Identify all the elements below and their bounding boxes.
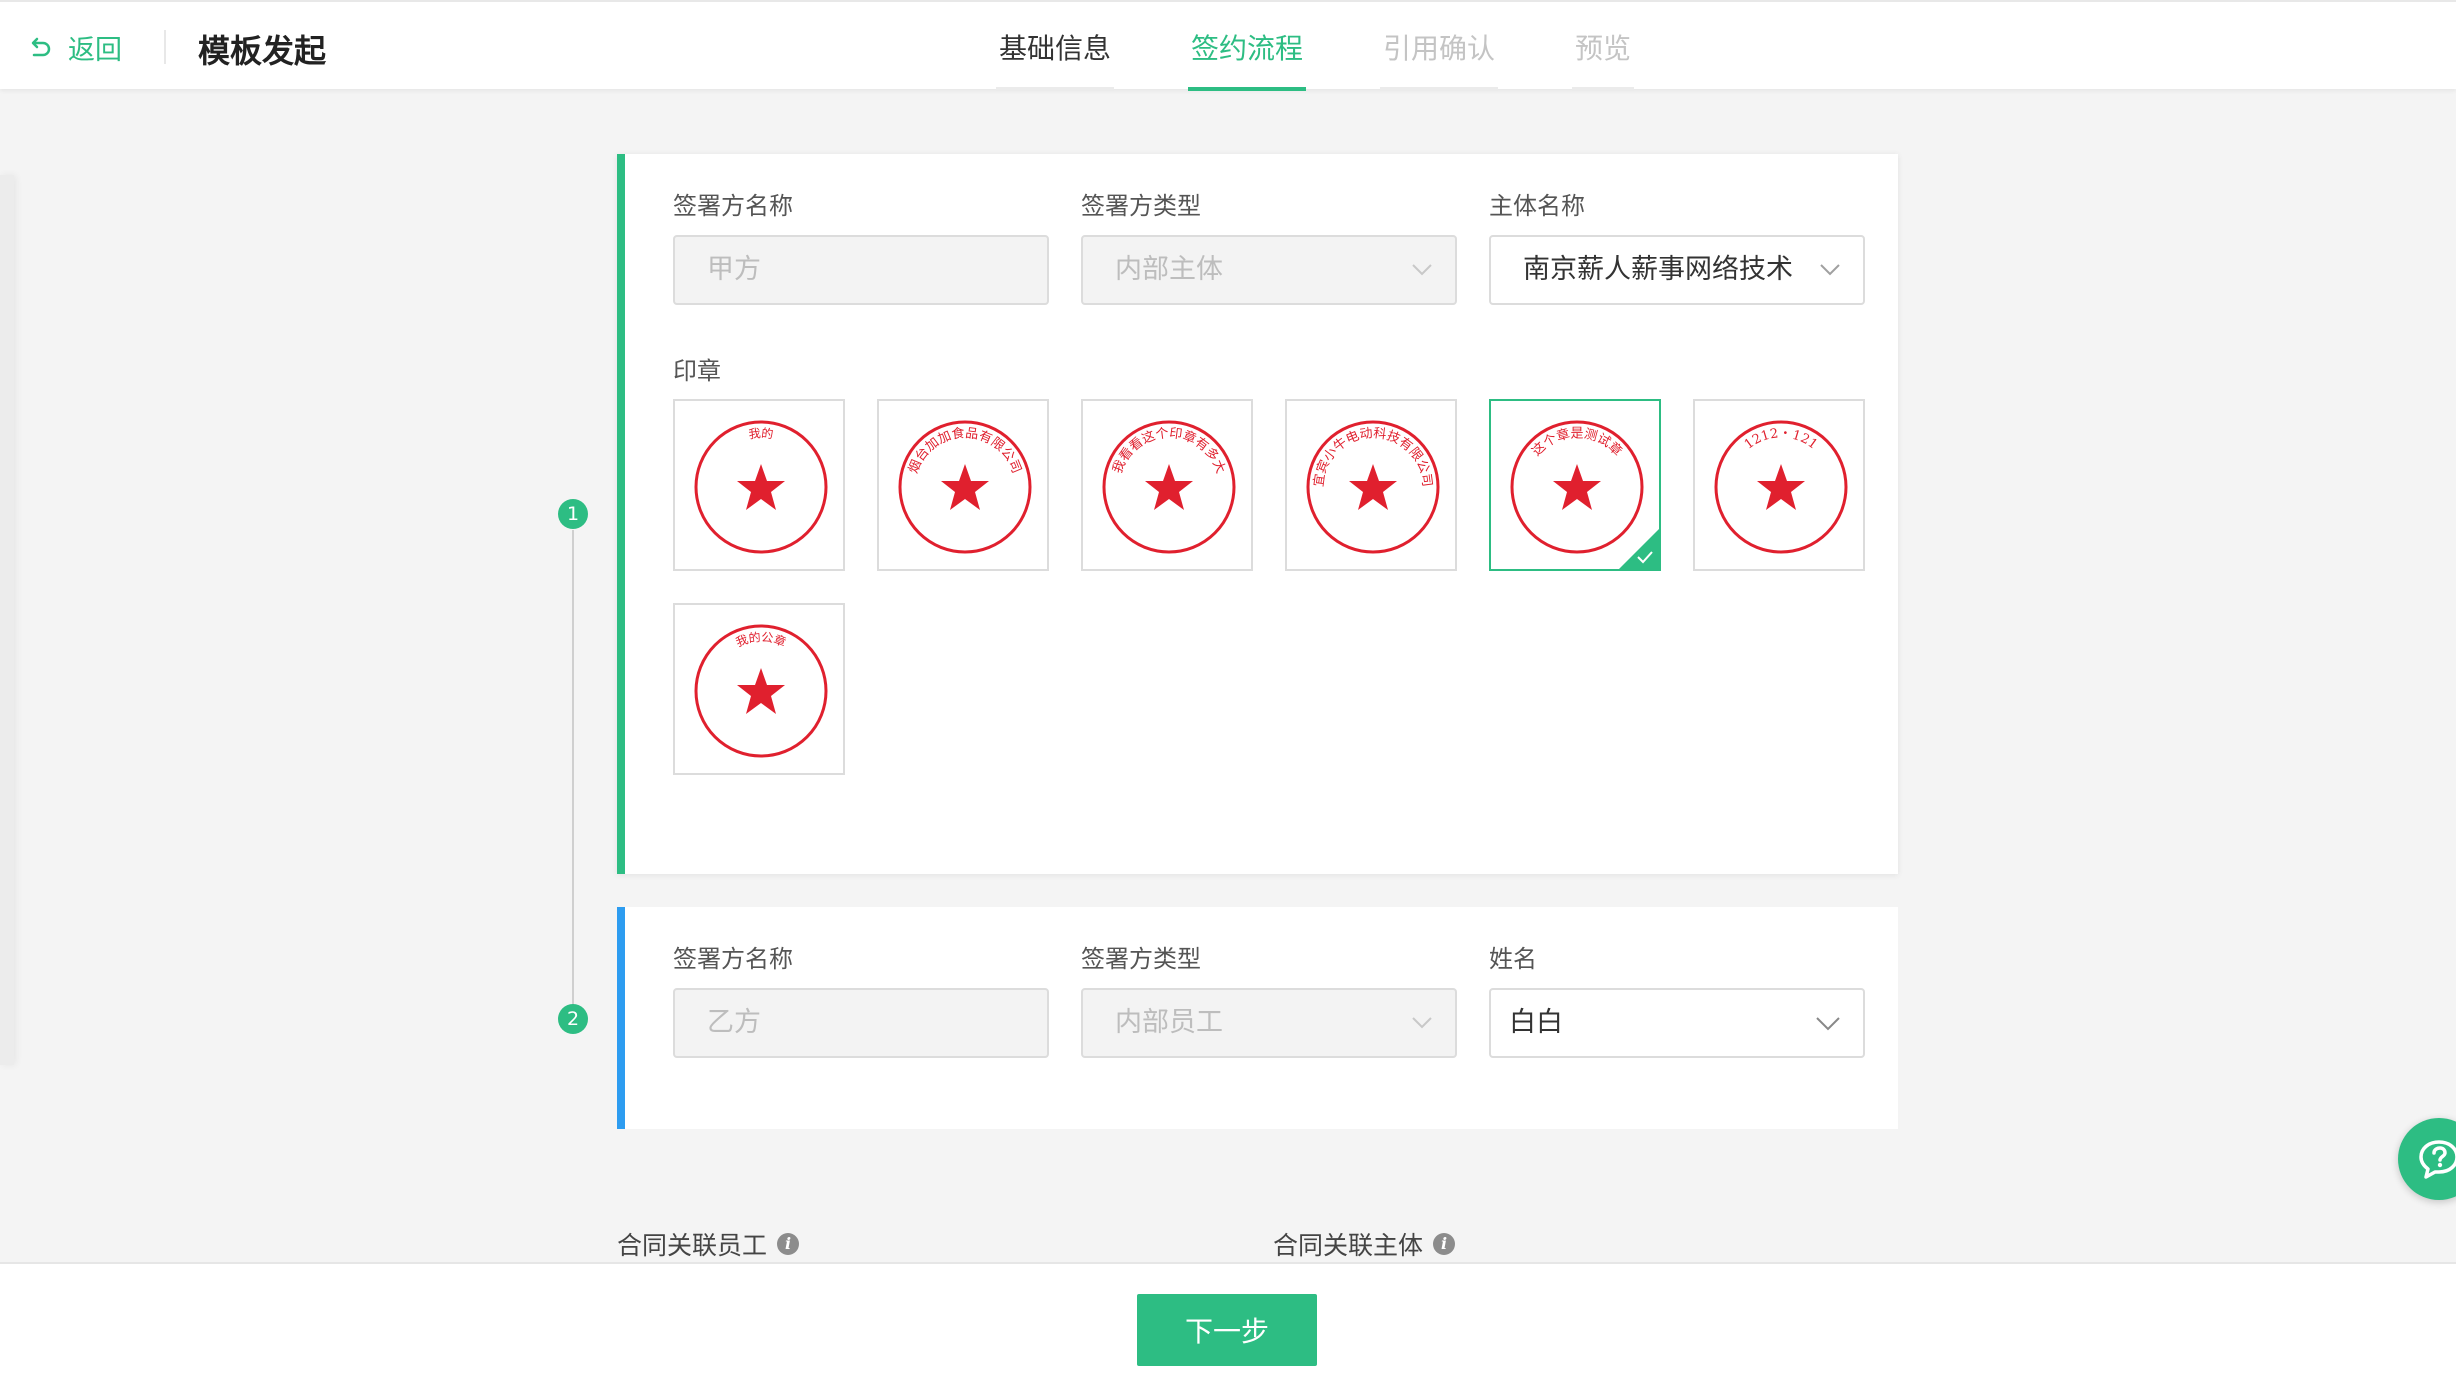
step-tabs: 基础信息 签约流程 引用确认 预览 (996, 2, 1708, 91)
label-text: 合同关联主体 (1273, 1231, 1424, 1260)
star-icon (737, 668, 785, 714)
field-value: 乙方 (707, 1007, 761, 1038)
signer-type-select: 内部主体 (1081, 235, 1457, 305)
signer-name-label: 签署方名称 (673, 192, 793, 220)
seal-stamp-image: 1212・121 (1714, 420, 1848, 554)
signer-name-label: 签署方名称 (673, 945, 793, 973)
seal-option[interactable]: 宜宾小牛电动科技有限公司 (1285, 399, 1457, 571)
star-icon (1349, 464, 1397, 510)
next-step-button[interactable]: 下一步 (1137, 1294, 1317, 1366)
chevron-down-icon (1820, 264, 1840, 276)
step-label: 引用确认 (1383, 32, 1496, 65)
seal-stamp-image: 烟台加加食品有限公司 (898, 420, 1032, 554)
signer-index-badge: 1 (558, 499, 588, 529)
step-underline (996, 87, 1115, 91)
star-icon (1553, 464, 1601, 510)
related-employee-label: 合同关联员工 i (617, 1226, 800, 1262)
signer-card-1: 签署方名称 签署方类型 主体名称 甲方 内部主体 南京薪人薪事网络技术 印章 我… (617, 154, 1898, 874)
seal-option[interactable]: 我看看这个印章有多大 (1081, 399, 1253, 571)
seal-stamp-image: 我看看这个印章有多大 (1102, 420, 1236, 554)
chevron-down-icon (1816, 1017, 1840, 1031)
field-value: 内部员工 (1115, 1007, 1223, 1038)
bottom-bar: 下一步 (0, 1262, 2456, 1388)
field-value: 白白 (1509, 1007, 1563, 1038)
step-signing-flow[interactable]: 签约流程 (1188, 2, 1307, 91)
help-icon (2419, 1140, 2456, 1179)
related-subject-label: 合同关联主体 i (1273, 1226, 1456, 1262)
field-value: 甲方 (707, 254, 761, 285)
signer-type-label: 签署方类型 (1081, 192, 1201, 220)
label-text: 合同关联员工 (617, 1231, 768, 1260)
signer-type-label: 签署方类型 (1081, 945, 1201, 973)
step-underline (1572, 87, 1635, 91)
step-underline (1380, 87, 1499, 91)
side-panel-edge (0, 175, 14, 1065)
seal-label: 印章 (673, 357, 721, 385)
signer-name-input: 甲方 (673, 235, 1049, 305)
star-icon (1145, 464, 1193, 510)
undo-icon (31, 37, 51, 56)
timeline-line (572, 530, 574, 1018)
seal-text: 我的 (748, 425, 774, 441)
divider (164, 30, 166, 64)
page-title: 模板发起 (198, 32, 327, 70)
info-icon[interactable]: i (777, 1233, 800, 1255)
chevron-down-icon (1412, 1017, 1432, 1029)
chevron-down-icon (1412, 264, 1432, 276)
seal-option[interactable]: 烟台加加食品有限公司 (877, 399, 1049, 571)
person-name-label: 姓名 (1489, 945, 1537, 973)
seal-option[interactable]: 我的 (673, 399, 845, 571)
seal-option[interactable]: 这个章是测试章 (1489, 399, 1661, 571)
seal-stamp-image: 我的公章 (694, 624, 828, 758)
star-icon (941, 464, 989, 510)
seal-option[interactable]: 我的公章 (673, 603, 845, 775)
info-icon[interactable]: i (1433, 1233, 1456, 1255)
subject-name-label: 主体名称 (1489, 192, 1585, 220)
seal-text: 我的公章 (734, 629, 788, 649)
star-icon (1757, 464, 1805, 510)
step-underline (1188, 87, 1307, 91)
field-value: 南京薪人薪事网络技术 (1523, 254, 1793, 285)
back-button[interactable]: 返回 (28, 28, 122, 67)
help-button[interactable] (2398, 1118, 2456, 1200)
subject-name-select[interactable]: 南京薪人薪事网络技术 (1489, 235, 1865, 305)
step-label: 预览 (1575, 32, 1632, 65)
seal-stamp-image: 宜宾小牛电动科技有限公司 (1306, 420, 1440, 554)
step-preview[interactable]: 预览 (1572, 2, 1635, 91)
step-label: 基础信息 (999, 32, 1112, 65)
back-label: 返回 (68, 35, 122, 66)
signer-type-select: 内部员工 (1081, 988, 1457, 1058)
step-label: 签约流程 (1191, 32, 1304, 65)
check-icon (1637, 551, 1653, 564)
seal-stamp-image: 我的 (694, 420, 828, 554)
seal-text: 1212・121 (1742, 426, 1820, 453)
signer-index-badge: 2 (558, 1004, 588, 1034)
step-basic-info[interactable]: 基础信息 (996, 2, 1115, 91)
top-bar: 返回 模板发起 基础信息 签约流程 引用确认 预览 (0, 0, 2456, 91)
signer-card-2: 签署方名称 签署方类型 姓名 乙方 内部员工 白白 (617, 907, 1898, 1129)
person-name-select[interactable]: 白白 (1489, 988, 1865, 1058)
signer-name-input: 乙方 (673, 988, 1049, 1058)
field-value: 内部主体 (1115, 254, 1223, 285)
seal-option[interactable]: 1212・121 (1693, 399, 1865, 571)
star-icon (737, 464, 785, 510)
step-reference-confirm[interactable]: 引用确认 (1380, 2, 1499, 91)
